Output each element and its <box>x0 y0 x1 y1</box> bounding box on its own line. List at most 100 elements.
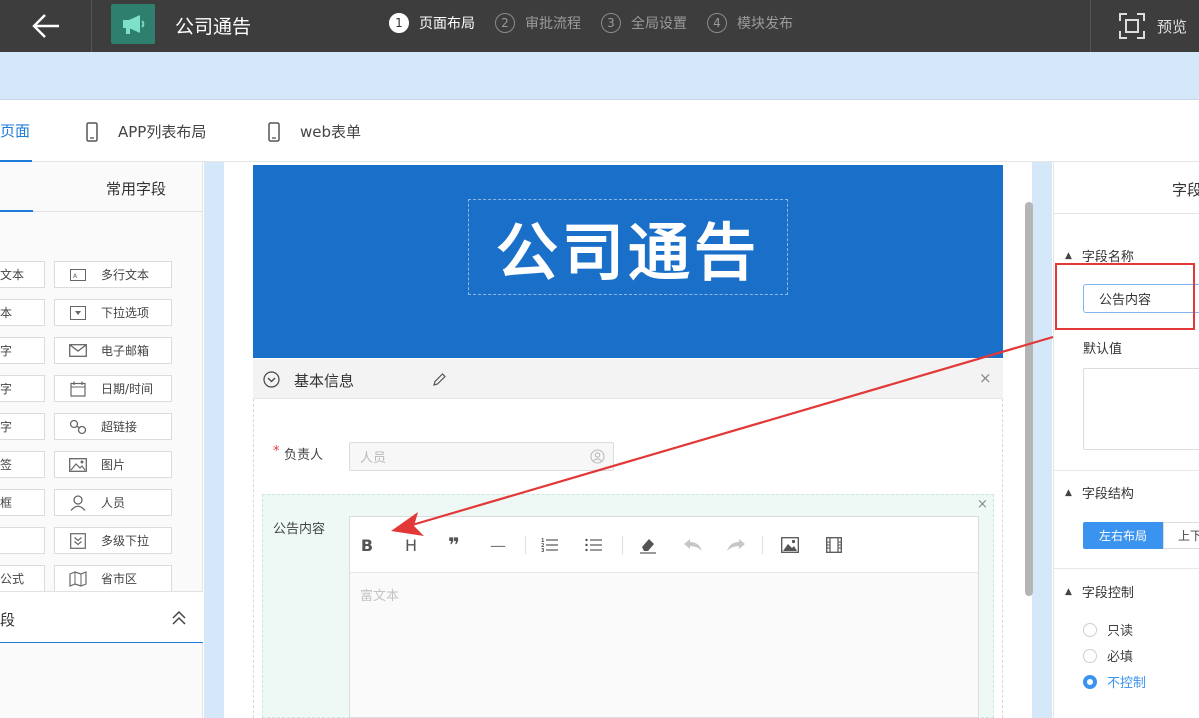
triangle-up-icon: ▲ <box>1065 250 1072 261</box>
link-icon <box>69 419 87 435</box>
field-hyperlink[interactable]: 超链接 <box>54 413 172 440</box>
app-title: 公司通告 <box>175 16 252 38</box>
bullet-list-button[interactable] <box>584 533 604 557</box>
radio-no-control[interactable]: 不控制 <box>1083 672 1146 691</box>
back-arrow-icon <box>31 14 59 38</box>
svg-text:A: A <box>73 273 78 280</box>
field-item-3[interactable]: 字 <box>0 337 45 364</box>
ordered-list-button[interactable]: 123 <box>540 533 560 557</box>
owner-person-input[interactable]: 人员 <box>349 442 614 471</box>
group-header[interactable] <box>253 359 1003 399</box>
field-email[interactable]: 电子邮箱 <box>54 337 172 364</box>
field-person[interactable]: 人员 <box>54 489 172 516</box>
editor-content-area[interactable]: 富文本 <box>350 573 978 717</box>
triangle-up-icon: ▲ <box>1065 487 1072 498</box>
redo-icon <box>727 539 745 551</box>
palette-tabs <box>0 162 203 212</box>
radio-readonly[interactable]: 只读 <box>1083 620 1133 639</box>
properties-tab-field[interactable]: 字段 <box>1172 179 1199 200</box>
field-structure-section[interactable]: ▲ 字段结构 <box>1065 483 1134 502</box>
toolbar-separator <box>525 536 526 554</box>
palette-section-header[interactable]: 段 <box>0 591 203 643</box>
step-approval-flow[interactable]: 2 审批流程 <box>495 13 581 33</box>
field-palette: 常用字段 文本 本 字 字 字 签 框 公式 A 多行文本 下拉选项 电子邮箱 … <box>0 162 203 718</box>
app-icon <box>111 4 155 44</box>
eraser-icon <box>640 539 656 554</box>
undo-icon <box>684 539 702 551</box>
palette-tab-common-fields[interactable]: 常用字段 <box>106 178 166 199</box>
bullet-list-icon <box>585 538 602 552</box>
field-item-8[interactable] <box>0 527 45 554</box>
top-bar: 公司通告 1 页面布局 2 审批流程 3 全局设置 4 模块发布 预览 <box>0 0 1199 52</box>
collapse-circle-icon[interactable] <box>263 371 280 388</box>
editor-toolbar: B H ❞ — 123 <box>350 517 978 573</box>
default-value-input[interactable] <box>1083 368 1199 450</box>
double-chevron-up-icon <box>172 610 186 625</box>
field-province-city[interactable]: 省市区 <box>54 565 172 592</box>
field-single-text[interactable]: 文本 <box>0 261 45 288</box>
layout-top-bottom-button[interactable]: 上下 <box>1163 522 1199 549</box>
field-multiline-text[interactable]: A 多行文本 <box>54 261 172 288</box>
rich-text-editor[interactable]: B H ❞ — 123 富文本 <box>349 516 979 718</box>
step-module-publish[interactable]: 4 模块发布 <box>707 13 793 33</box>
canvas-scrollbar[interactable] <box>1025 202 1033 596</box>
step-global-settings[interactable]: 3 全局设置 <box>601 13 687 33</box>
fullscreen-icon <box>1119 13 1145 39</box>
heading-button[interactable]: H <box>402 533 420 557</box>
owner-label: 负责人 <box>284 448 324 463</box>
required-mark: * <box>273 444 280 459</box>
tab-app-list-layout[interactable]: APP列表布局 <box>86 101 206 162</box>
field-formula[interactable]: 公式 <box>0 565 45 592</box>
user-circle-icon <box>590 449 605 464</box>
tab-page[interactable]: 页面 <box>0 101 32 162</box>
editor-placeholder: 富文本 <box>360 589 400 604</box>
user-icon <box>69 494 87 511</box>
tab-web-form[interactable]: web表单 <box>268 101 361 162</box>
film-icon <box>826 537 842 553</box>
insert-video-button[interactable] <box>823 533 845 557</box>
envelope-icon <box>69 343 87 359</box>
triangle-up-icon: ▲ <box>1065 586 1072 597</box>
radio-required[interactable]: 必填 <box>1083 646 1133 665</box>
field-close-icon[interactable]: × <box>977 497 988 512</box>
annotation-highlight-box <box>1055 263 1195 330</box>
pencil-icon[interactable] <box>432 372 447 387</box>
preview-button[interactable]: 预览 <box>1090 0 1199 52</box>
back-button[interactable] <box>0 0 92 52</box>
field-checkbox[interactable]: 框 <box>0 489 45 516</box>
toolbar-separator <box>762 536 763 554</box>
quote-button[interactable]: ❞ <box>444 533 464 557</box>
insert-image-button[interactable] <box>779 533 801 557</box>
field-item-5[interactable]: 字 <box>0 413 45 440</box>
bold-button[interactable]: B <box>358 533 376 557</box>
banner-title-box[interactable]: 公司通告 <box>468 199 788 295</box>
field-number[interactable]: 本 <box>0 299 45 326</box>
group-close-icon[interactable]: × <box>979 369 992 387</box>
horizontal-rule-button[interactable]: — <box>488 533 508 557</box>
toolbar-separator <box>622 536 623 554</box>
layout-tabs: 页面 APP列表布局 web表单 <box>0 101 1199 162</box>
double-chevron-down-icon <box>69 532 87 549</box>
field-datetime[interactable]: 日期/时间 <box>54 375 172 402</box>
palette-tab-indicator <box>0 210 33 212</box>
field-image[interactable]: 图片 <box>54 451 172 478</box>
redo-button[interactable] <box>725 533 747 557</box>
content-label: 公告内容 <box>273 522 326 537</box>
field-dropdown[interactable]: 下拉选项 <box>54 299 172 326</box>
map-icon <box>69 570 87 587</box>
field-item-6[interactable]: 签 <box>0 451 45 478</box>
info-strip <box>0 52 1199 100</box>
textarea-icon: A <box>69 267 87 283</box>
megaphone-icon <box>123 15 145 34</box>
undo-button[interactable] <box>682 533 704 557</box>
image-icon <box>69 457 87 473</box>
clear-format-button[interactable] <box>638 533 658 557</box>
step-page-layout[interactable]: 1 页面布局 <box>389 13 475 33</box>
field-cascade-dropdown[interactable]: 多级下拉 <box>54 527 172 554</box>
layout-left-right-button[interactable]: 左右布局 <box>1083 522 1163 549</box>
field-item-4[interactable]: 字 <box>0 375 45 402</box>
divider <box>1053 568 1199 569</box>
ordered-list-icon: 123 <box>541 538 558 553</box>
field-control-section[interactable]: ▲ 字段控制 <box>1065 582 1134 601</box>
divider <box>1053 470 1199 471</box>
